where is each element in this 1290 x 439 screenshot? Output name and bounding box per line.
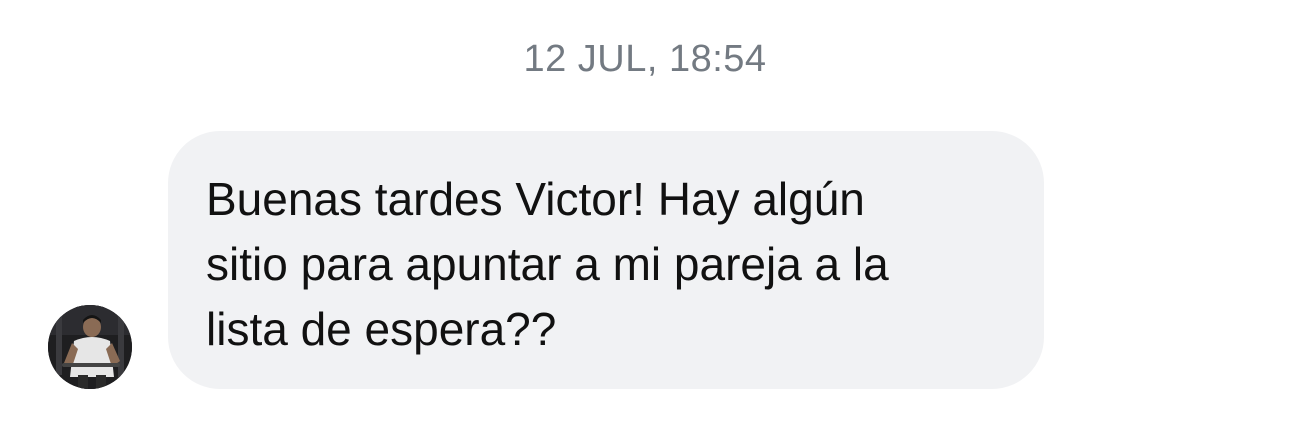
sender-avatar[interactable] [48, 305, 132, 389]
message-text: Buenas tardes Victor! Hay algún sitio pa… [206, 173, 889, 355]
message-bubble[interactable]: Buenas tardes Victor! Hay algún sitio pa… [168, 131, 1044, 389]
incoming-message-row: Buenas tardes Victor! Hay algún sitio pa… [0, 131, 1290, 391]
avatar-photo-icon [48, 305, 132, 389]
message-timestamp: 12 JUL, 18:54 [523, 38, 767, 80]
